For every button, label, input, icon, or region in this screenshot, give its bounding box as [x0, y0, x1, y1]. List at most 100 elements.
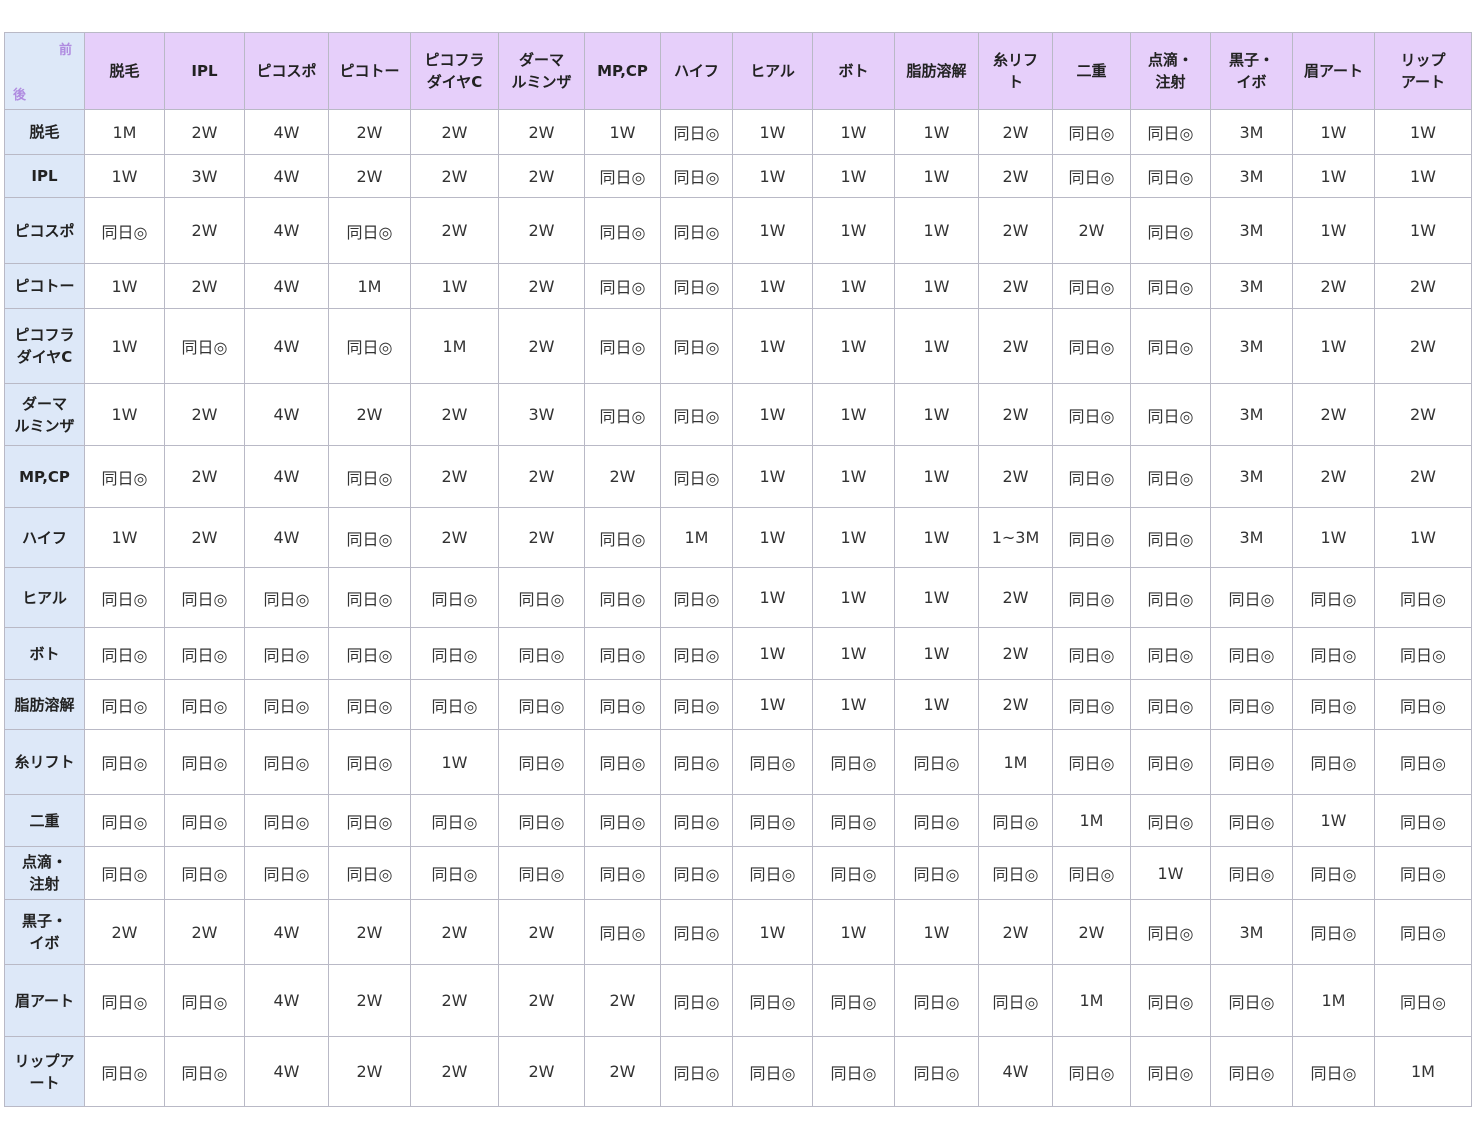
table-cell: 4W [978, 1036, 1053, 1107]
table-cell: 1M [1052, 794, 1131, 847]
table-cell: 2W [1374, 263, 1472, 309]
table-cell: 同日◎ [1052, 507, 1131, 568]
table-cell: 3M [1210, 507, 1293, 568]
table-cell: 2W [328, 154, 411, 198]
table-cell: 同日◎ [328, 197, 411, 264]
table-row: 二重 同日◎ 同日◎ 同日◎ 同日◎ 同日◎ 同日◎ 同日◎ 同日◎ 同日◎ 同日◎ 同日◎ 同日◎ 1M… [4, 794, 1472, 847]
table-cell: 同日◎ [732, 729, 813, 795]
table-cell: 2W [164, 263, 245, 309]
table-cell: 2W [328, 383, 411, 446]
table-cell: 3M [1210, 308, 1293, 384]
table-cell: 同日◎ [660, 794, 733, 847]
table-row: ダーマ ルミンザ 1W 2W 4W 2W 2W 3W 同日◎ 同日◎ 1W 1W 1W 2W 同日◎ 同日◎… [4, 383, 1472, 446]
table-cell: 2W [978, 109, 1053, 155]
table-cell: 同日◎ [244, 846, 329, 900]
table-cell: 同日◎ [244, 729, 329, 795]
table-cell: 同日◎ [1052, 445, 1131, 508]
table-cell: 同日◎ [244, 679, 329, 730]
table-cell: 同日◎ [660, 846, 733, 900]
table-cell: 2W [1052, 899, 1131, 965]
table-cell: 同日◎ [1130, 729, 1211, 795]
table-cell: 同日◎ [1130, 109, 1211, 155]
table-cell: 1W [894, 308, 979, 384]
table-cell: 1W [812, 383, 895, 446]
table-cell: 2W [584, 964, 661, 1037]
table-cell: 同日◎ [660, 383, 733, 446]
table-cell: 同日◎ [660, 197, 733, 264]
table-cell: 2W [410, 964, 499, 1037]
column-header: IPL [164, 32, 245, 110]
table-cell: 4W [244, 109, 329, 155]
table-cell: 同日◎ [894, 794, 979, 847]
column-header: ハイフ [660, 32, 733, 110]
table-cell: 1W [732, 567, 813, 628]
table-cell: 同日◎ [894, 729, 979, 795]
row-header: 二重 [4, 794, 85, 847]
table-cell: 4W [244, 383, 329, 446]
table-cell: 同日◎ [660, 627, 733, 680]
table-cell: 同日◎ [812, 964, 895, 1037]
table-cell: 2W [1292, 445, 1375, 508]
table-cell: 1W [812, 567, 895, 628]
table-row: 脱毛 1M 2W 4W 2W 2W 2W 1W 同日◎ 1W 1W 1W 2W 同日◎ 同日◎ 3M 1W 1W [4, 109, 1472, 155]
row-header: 糸リフト [4, 729, 85, 795]
table-cell: 3W [498, 383, 585, 446]
table-cell: 1W [812, 627, 895, 680]
table-cell: 同日◎ [1292, 729, 1375, 795]
table-cell: 同日◎ [1052, 154, 1131, 198]
table-cell: 2W [1292, 263, 1375, 309]
table-cell: 2W [328, 964, 411, 1037]
row-header: ピコスポ [4, 197, 85, 264]
table-cell: 2W [1374, 383, 1472, 446]
column-header: ピコトー [328, 32, 411, 110]
table-cell: 1M [1292, 964, 1375, 1037]
table-row: ピコスポ 同日◎ 2W 4W 同日◎ 2W 2W 同日◎ 同日◎ 1W 1W 1W 2W 2W 同日◎ 3M 1… [4, 197, 1472, 264]
table-cell: 2W [498, 507, 585, 568]
table-row: 黒子・ イボ 2W 2W 4W 2W 2W 2W 同日◎ 同日◎ 1W 1W 1W 2W 2W 同日◎ 3M 同… [4, 899, 1472, 965]
table-cell: 同日◎ [164, 1036, 245, 1107]
table-cell: 2W [410, 507, 499, 568]
table-cell: 同日◎ [328, 729, 411, 795]
table-cell: 2W [978, 445, 1053, 508]
table-cell: 1W [1292, 197, 1375, 264]
table-cell: 同日◎ [1292, 567, 1375, 628]
table-cell: 同日◎ [660, 263, 733, 309]
table-cell: 1W [894, 197, 979, 264]
table-cell: 同日◎ [1292, 846, 1375, 900]
table-cell: 同日◎ [584, 627, 661, 680]
table-cell: 4W [244, 445, 329, 508]
column-header: ボト [812, 32, 895, 110]
table-cell: 2W [1374, 308, 1472, 384]
table-cell: 1M [978, 729, 1053, 795]
table-row: 点滴・ 注射 同日◎ 同日◎ 同日◎ 同日◎ 同日◎ 同日◎ 同日◎ 同日◎ 同日◎ 同日◎ 同日◎ 同… [4, 846, 1472, 900]
table-cell: 同日◎ [584, 383, 661, 446]
table-cell: 2W [498, 964, 585, 1037]
table-cell: 同日◎ [84, 679, 165, 730]
table-cell: 1W [410, 729, 499, 795]
table-cell: 2W [978, 197, 1053, 264]
table-cell: 同日◎ [410, 846, 499, 900]
table-cell: 同日◎ [84, 445, 165, 508]
table-cell: 同日◎ [1130, 964, 1211, 1037]
table-cell: 同日◎ [1292, 679, 1375, 730]
table-cell: 2W [164, 383, 245, 446]
table-cell: 同日◎ [978, 964, 1053, 1037]
column-header: 眉アート [1292, 32, 1375, 110]
table-row: MP,CP 同日◎ 2W 4W 同日◎ 2W 2W 2W 同日◎ 1W 1W 1W 2W 同日◎ 同日◎ 3M… [4, 445, 1472, 508]
table-cell: 同日◎ [812, 1036, 895, 1107]
table-cell: 同日◎ [164, 729, 245, 795]
table-cell: 同日◎ [244, 627, 329, 680]
table-cell: 1W [732, 627, 813, 680]
row-header: 点滴・ 注射 [4, 846, 85, 900]
table-cell: 同日◎ [660, 154, 733, 198]
table-cell: 2W [498, 154, 585, 198]
table-cell: 同日◎ [328, 627, 411, 680]
table-cell: 1W [812, 154, 895, 198]
table-cell: 同日◎ [660, 445, 733, 508]
table-cell: 2W [978, 308, 1053, 384]
table-cell: 2W [978, 679, 1053, 730]
table-cell: 同日◎ [328, 445, 411, 508]
table-cell: 1W [1374, 197, 1472, 264]
table-cell: 同日◎ [978, 846, 1053, 900]
table-cell: 1W [410, 263, 499, 309]
